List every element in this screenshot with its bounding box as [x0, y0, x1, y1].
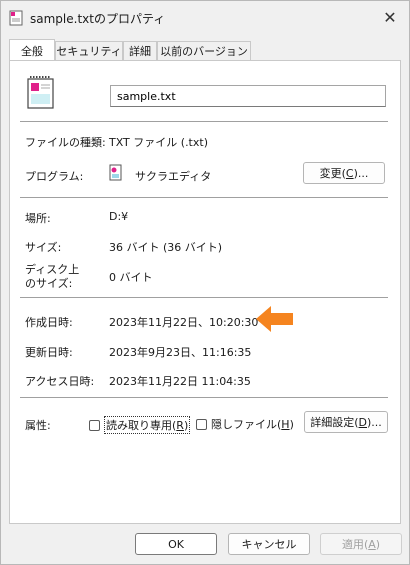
modified-value: 2023年9月23日、11:16:35 — [109, 346, 252, 359]
left-arrow-icon — [256, 306, 293, 332]
tab-general[interactable]: 全般 — [9, 39, 55, 60]
created-label: 作成日時: — [25, 316, 73, 329]
accessed-value: 2023年11月22日 11:04:35 — [109, 375, 251, 388]
divider — [20, 121, 388, 122]
tab-strip: 全般 セキュリティ 詳細 以前のバージョン — [9, 39, 401, 61]
change-program-button[interactable]: 変更(C)... — [303, 162, 385, 184]
text-document-icon — [27, 76, 54, 109]
properties-dialog: sample.txtのプロパティ ✕ 全般 セキュリティ 詳細 以前のバージョン — [0, 0, 410, 565]
general-tab-panel: ファイルの種類: TXT ファイル (.txt) プログラム: サクラエディタ … — [9, 60, 401, 524]
title-bar: sample.txtのプロパティ ✕ — [1, 1, 409, 35]
filename-input[interactable] — [110, 85, 386, 107]
readonly-checkbox[interactable]: 読み取り専用(R) — [89, 416, 191, 434]
close-icon: ✕ — [383, 7, 397, 27]
tab-previous-versions[interactable]: 以前のバージョン — [157, 41, 251, 60]
tab-security[interactable]: セキュリティ — [55, 41, 123, 60]
disk-size-label: ディスク上 のサイズ: — [25, 263, 80, 290]
sakura-editor-icon — [109, 164, 122, 181]
readonly-label: 読み取り専用 — [106, 419, 172, 432]
file-type-label: ファイルの種類: — [25, 136, 106, 149]
window-title: sample.txtのプロパティ — [30, 12, 166, 26]
close-button[interactable]: ✕ — [377, 5, 403, 29]
ok-button[interactable]: OK — [135, 533, 217, 555]
readonly-checkbox-box[interactable] — [89, 419, 100, 431]
advanced-settings-button[interactable]: 詳細設定(D)... — [304, 411, 388, 433]
apply-button[interactable]: 適用(A) — [320, 533, 402, 555]
location-value: D:¥ — [109, 210, 129, 223]
tab-details[interactable]: 詳細 — [123, 41, 157, 60]
divider — [20, 297, 388, 298]
program-value: サクラエディタ — [135, 170, 212, 183]
hidden-checkbox[interactable]: 隠しファイル(H) — [196, 416, 294, 432]
disk-size-value: 0 バイト — [109, 271, 153, 284]
program-label: プログラム: — [25, 170, 84, 183]
divider — [20, 397, 388, 398]
size-label: サイズ: — [25, 241, 62, 254]
modified-label: 更新日時: — [25, 346, 73, 359]
divider — [20, 197, 388, 198]
cancel-button[interactable]: キャンセル — [228, 533, 310, 555]
dialog-footer: OK キャンセル 適用(A) — [1, 525, 409, 564]
accessed-label: アクセス日時: — [25, 375, 95, 388]
attributes-label: 属性: — [25, 419, 51, 432]
location-label: 場所: — [25, 212, 51, 225]
text-file-icon — [9, 10, 23, 26]
file-type-value: TXT ファイル (.txt) — [109, 136, 208, 149]
created-value: 2023年11月22日、10:20:30 — [109, 316, 259, 329]
hidden-label: 隠しファイル(H) — [211, 418, 294, 431]
hidden-checkbox-box[interactable] — [196, 418, 207, 430]
size-value: 36 バイト (36 バイト) — [109, 241, 223, 254]
